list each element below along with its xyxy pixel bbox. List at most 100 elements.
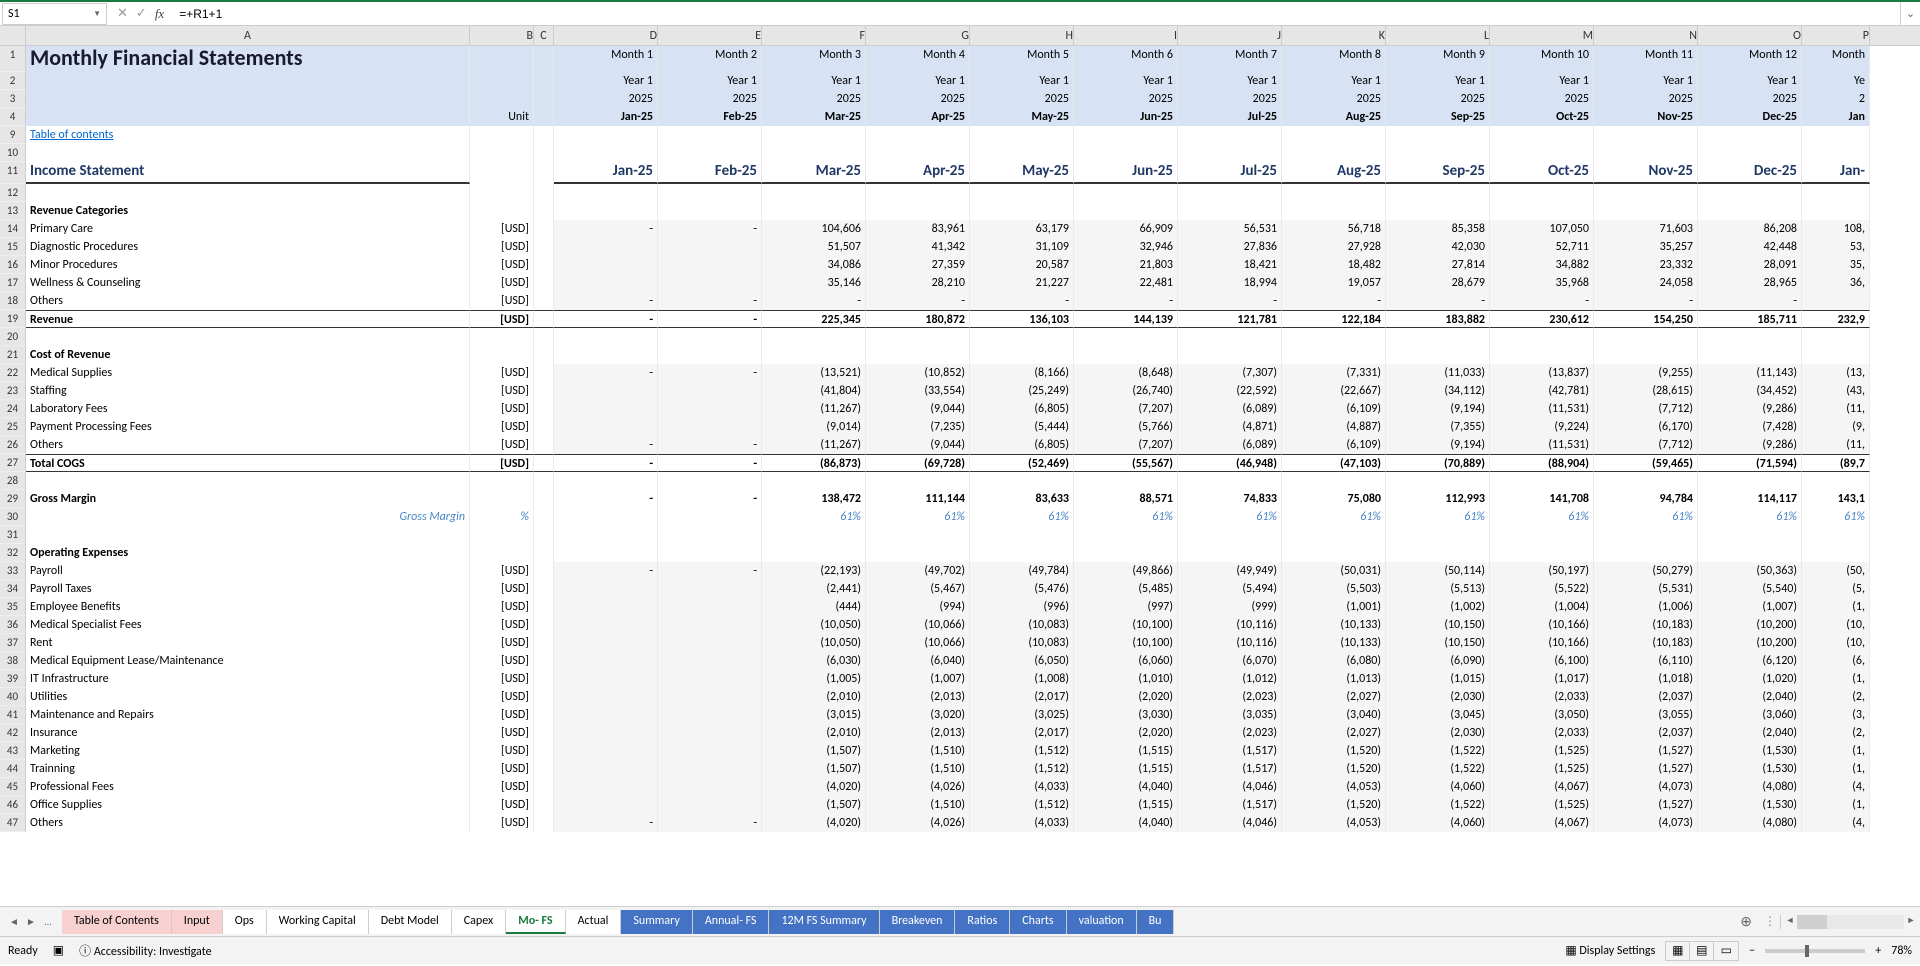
data-cell[interactable]: - <box>1490 292 1594 310</box>
data-cell[interactable]: Year 1 <box>970 72 1074 90</box>
data-cell[interactable] <box>1490 328 1594 346</box>
data-cell[interactable] <box>1074 328 1178 346</box>
cell[interactable] <box>534 652 554 670</box>
data-cell[interactable] <box>1594 184 1698 202</box>
data-cell[interactable]: (26,740) <box>1074 382 1178 400</box>
data-cell[interactable]: Month 11 <box>1594 46 1698 72</box>
data-cell[interactable] <box>1282 184 1386 202</box>
cell[interactable] <box>534 364 554 382</box>
scroll-right-icon[interactable]: ► <box>1904 915 1918 929</box>
unit-cell[interactable]: [USD] <box>470 616 534 634</box>
data-cell[interactable]: 61% <box>1490 508 1594 526</box>
data-cell[interactable]: (1,006) <box>1594 598 1698 616</box>
data-cell[interactable]: - <box>1386 292 1490 310</box>
data-cell[interactable]: (1,525) <box>1490 760 1594 778</box>
data-cell[interactable]: (4,020) <box>762 778 866 796</box>
data-cell[interactable] <box>970 526 1074 544</box>
data-cell[interactable]: (2,020) <box>1074 724 1178 742</box>
data-cell[interactable]: (10,166) <box>1490 634 1594 652</box>
data-cell[interactable]: (1,517) <box>1178 742 1282 760</box>
column-header-N[interactable]: N <box>1594 26 1698 45</box>
unit-cell[interactable]: [USD] <box>470 688 534 706</box>
sheet-tab[interactable]: Debt Model <box>369 910 452 934</box>
data-cell[interactable] <box>554 508 658 526</box>
row-header[interactable]: 36 <box>0 616 26 634</box>
data-cell[interactable]: (2,013) <box>866 688 970 706</box>
data-cell[interactable] <box>658 598 762 616</box>
row-label[interactable]: Payment Processing Fees <box>26 418 470 436</box>
data-cell[interactable]: (11, <box>1802 436 1870 454</box>
data-cell[interactable] <box>658 346 762 364</box>
data-cell[interactable] <box>658 778 762 796</box>
data-cell[interactable]: (2,023) <box>1178 688 1282 706</box>
data-cell[interactable] <box>1282 472 1386 490</box>
data-cell[interactable]: (5,503) <box>1282 580 1386 598</box>
data-cell[interactable]: (89,7 <box>1802 454 1870 472</box>
cell[interactable] <box>534 256 554 274</box>
fx-icon[interactable]: fx <box>155 6 164 22</box>
data-cell[interactable] <box>658 706 762 724</box>
data-cell[interactable] <box>762 328 866 346</box>
row-header[interactable]: 31 <box>0 526 26 544</box>
data-cell[interactable] <box>554 742 658 760</box>
data-cell[interactable]: (34,452) <box>1698 382 1802 400</box>
data-cell[interactable]: 61% <box>1282 508 1386 526</box>
unit-cell[interactable]: [USD] <box>470 400 534 418</box>
cell[interactable] <box>534 670 554 688</box>
row-label[interactable]: Others <box>26 292 470 310</box>
enter-icon[interactable]: ✓ <box>136 6 147 21</box>
data-cell[interactable] <box>762 184 866 202</box>
row-label[interactable]: Rent <box>26 634 470 652</box>
data-cell[interactable] <box>1282 202 1386 220</box>
data-cell[interactable]: Mar-25 <box>762 162 866 184</box>
data-cell[interactable]: Month 10 <box>1490 46 1594 72</box>
data-cell[interactable] <box>1074 544 1178 562</box>
data-cell[interactable]: (10, <box>1802 616 1870 634</box>
row-header[interactable]: 29 <box>0 490 26 508</box>
column-header-M[interactable]: M <box>1490 26 1594 45</box>
data-cell[interactable]: (47,103) <box>1282 454 1386 472</box>
data-cell[interactable]: Month 5 <box>970 46 1074 72</box>
data-cell[interactable]: (2,033) <box>1490 724 1594 742</box>
data-cell[interactable]: (6,120) <box>1698 652 1802 670</box>
data-cell[interactable]: 108, <box>1802 220 1870 238</box>
data-cell[interactable]: (1,007) <box>1698 598 1802 616</box>
data-cell[interactable]: (2,010) <box>762 724 866 742</box>
data-cell[interactable]: 61% <box>1074 508 1178 526</box>
data-cell[interactable]: (10,133) <box>1282 616 1386 634</box>
data-cell[interactable]: (6,070) <box>1178 652 1282 670</box>
data-cell[interactable]: (2,040) <box>1698 724 1802 742</box>
data-cell[interactable]: 42,030 <box>1386 238 1490 256</box>
data-cell[interactable] <box>1802 126 1870 144</box>
data-cell[interactable]: (50,114) <box>1386 562 1490 580</box>
data-cell[interactable] <box>866 328 970 346</box>
data-cell[interactable]: (3,035) <box>1178 706 1282 724</box>
unit-cell[interactable]: [USD] <box>470 814 534 832</box>
data-cell[interactable]: (1,008) <box>970 670 1074 688</box>
column-header-D[interactable]: D <box>554 26 658 45</box>
data-cell[interactable]: 2025 <box>866 90 970 108</box>
data-cell[interactable]: - <box>658 310 762 328</box>
cell[interactable] <box>534 162 554 184</box>
data-cell[interactable]: Year 1 <box>866 72 970 90</box>
data-cell[interactable] <box>1698 184 1802 202</box>
data-cell[interactable]: (7,235) <box>866 418 970 436</box>
data-cell[interactable]: (1,001) <box>1282 598 1386 616</box>
cell[interactable] <box>534 184 554 202</box>
data-cell[interactable]: (13, <box>1802 364 1870 382</box>
data-cell[interactable]: 31,109 <box>970 238 1074 256</box>
row-label[interactable]: IT Infrastructure <box>26 670 470 688</box>
data-cell[interactable]: (69,728) <box>866 454 970 472</box>
data-cell[interactable]: (5,467) <box>866 580 970 598</box>
data-cell[interactable]: 36, <box>1802 274 1870 292</box>
data-cell[interactable] <box>1386 526 1490 544</box>
row-header[interactable]: 34 <box>0 580 26 598</box>
row-label[interactable]: Maintenance and Repairs <box>26 706 470 724</box>
data-cell[interactable]: (1,515) <box>1074 796 1178 814</box>
data-cell[interactable] <box>554 144 658 162</box>
data-cell[interactable]: (2,013) <box>866 724 970 742</box>
data-cell[interactable] <box>866 144 970 162</box>
data-cell[interactable]: (5,766) <box>1074 418 1178 436</box>
column-header-G[interactable]: G <box>866 26 970 45</box>
row-header[interactable]: 46 <box>0 796 26 814</box>
